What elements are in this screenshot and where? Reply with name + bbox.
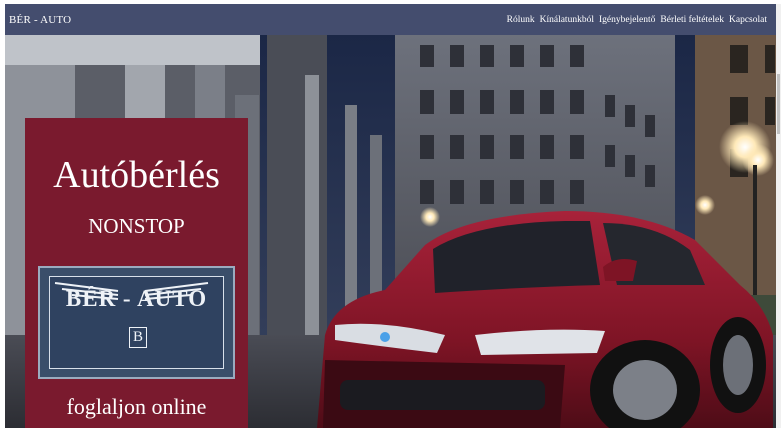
scrollbar-thumb[interactable]: [777, 74, 780, 134]
brand-emblem: BÉR - AUTO B: [38, 266, 235, 379]
promo-panel: Autóbérlés NONSTOP BÉR - AUTO B foglaljo…: [25, 118, 248, 428]
book-online-link[interactable]: foglaljon online: [25, 396, 248, 418]
hero-banner: Autóbérlés NONSTOP BÉR - AUTO B foglaljo…: [5, 35, 776, 428]
nav-link-about[interactable]: Rólunk: [507, 15, 535, 25]
nav-link-request[interactable]: Igénybejelentő: [599, 15, 655, 25]
top-navbar: BÉR - AUTO Rólunk Kínálatunkból Igénybej…: [5, 4, 776, 35]
hero-title: Autóbérlés: [53, 154, 220, 196]
nav-link-offers[interactable]: Kínálatunkból: [540, 15, 594, 25]
emblem-b-icon: B: [129, 327, 147, 348]
page-scrollbar[interactable]: [776, 4, 781, 428]
nav-link-terms[interactable]: Bérleti feltételek: [660, 15, 724, 25]
nav-link-contact[interactable]: Kapcsolat: [729, 15, 767, 25]
wings-icon: [54, 282, 209, 300]
hero-subtitle: NONSTOP: [88, 214, 185, 238]
main-nav: Rólunk Kínálatunkból Igénybejelentő Bérl…: [507, 15, 767, 25]
emblem-frame: BÉR - AUTO B: [49, 276, 224, 369]
brand-logo-link[interactable]: BÉR - AUTO: [9, 14, 71, 26]
page-frame: BÉR - AUTO Rólunk Kínálatunkból Igénybej…: [5, 4, 776, 428]
